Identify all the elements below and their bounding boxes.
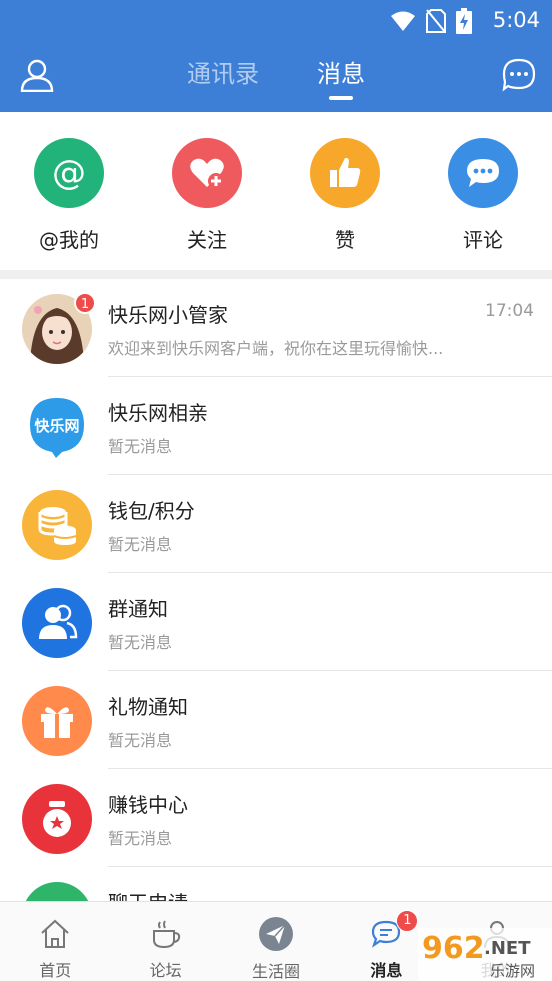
thumbs-up-icon [310,138,380,208]
at-icon: @ [34,138,104,208]
status-icons [390,8,472,34]
list-item-title: 群通知 [108,597,168,621]
list-item-title: 快乐网小管家 [108,303,228,327]
list-item-subtitle: 暂无消息 [108,829,173,848]
chat-settings-icon[interactable] [502,58,536,92]
list-item-subtitle: 暂无消息 [108,437,173,456]
nav-label: 生活圈 [251,962,300,981]
list-item-subtitle: 暂无消息 [108,731,173,750]
header-tabs: 通讯录 消息 [0,56,552,106]
group-icon [22,588,92,658]
comment-icon [448,138,518,208]
coins-icon [22,490,92,560]
nav-label: 消息 [370,961,403,980]
girl-avatar: 1 [22,292,96,364]
nav-badge: 1 [396,910,419,932]
list-item-text: 钱包/积分 暂无消息 [108,475,552,573]
list-item-text: 赚钱中心 暂无消息 [108,769,552,867]
list-item[interactable]: 礼物通知 暂无消息 [0,671,552,769]
nav-label: 论坛 [149,961,182,980]
gift-icon [22,686,92,756]
nav-forum[interactable]: 论坛 [110,902,220,981]
list-item-title: 钱包/积分 [108,499,195,523]
unread-badge: 1 [74,292,96,314]
quick-action-like[interactable]: 赞 [276,112,414,270]
watermark-logo: 962 .NET 乐游网 [418,928,552,981]
list-item[interactable]: 钱包/积分 暂无消息 [0,475,552,573]
quick-action-comment[interactable]: 评论 [414,112,552,270]
logo-text: 快乐网 [34,417,79,435]
quick-action-at-me[interactable]: @ @我的 [0,112,138,270]
coffee-icon [148,916,184,951]
list-item-time: 17:04 [485,301,534,321]
home-icon [37,916,73,951]
status-time: 5:04 [492,8,540,32]
heart-plus-icon [172,138,242,208]
battery-charging-icon [456,8,472,34]
message-list: 1 快乐网小管家 欢迎来到快乐网客户端，祝你在这里玩得愉快... 17:04 快… [0,279,552,901]
watermark-suffix: .NET [484,938,531,959]
nav-home[interactable]: 首页 [0,902,110,981]
quick-action-label: 赞 [335,228,355,252]
status-bar: 5:04 [0,0,552,40]
top-bar: 5:04 通讯录 消息 [0,0,552,112]
tab-label: 通讯录 [187,60,259,88]
chat-request-icon [22,882,92,901]
watermark-number: 962 [422,931,485,966]
tab-messages[interactable]: 消息 [313,56,369,106]
list-item-subtitle: 欢迎来到快乐网客户端，祝你在这里玩得愉快... [108,339,444,358]
list-item-text: 快乐网相亲 暂无消息 [108,377,552,475]
list-item[interactable]: 聊天申请 [0,867,552,901]
quick-action-label: 评论 [463,228,503,252]
quick-action-follow[interactable]: 关注 [138,112,276,270]
list-item[interactable]: 群通知 暂无消息 [0,573,552,671]
tab-label: 消息 [317,60,365,88]
list-item-subtitle: 暂无消息 [108,535,173,554]
tab-indicator [329,96,353,100]
list-item[interactable]: 快乐网 快乐网相亲 暂无消息 [0,377,552,475]
section-divider [0,270,552,279]
nav-life-circle[interactable]: 生活圈 [221,902,331,981]
tab-contacts[interactable]: 通讯录 [183,56,263,106]
list-item[interactable]: 1 快乐网小管家 欢迎来到快乐网客户端，祝你在这里玩得愉快... 17:04 [0,279,552,377]
list-item-text: 礼物通知 暂无消息 [108,671,552,769]
quick-action-label: 关注 [187,228,227,252]
money-bag-icon [22,784,92,854]
message-icon: 1 [368,910,419,951]
kuailewang-logo: 快乐网 [22,392,92,462]
quick-action-label: @我的 [39,228,99,252]
nav-label: 首页 [39,961,72,980]
list-item-title: 聊天申请 [108,887,188,901]
quick-actions: @ @我的 关注 赞 评论 [0,112,552,270]
wifi-icon [391,11,415,31]
list-item-text: 快乐网小管家 欢迎来到快乐网客户端，祝你在这里玩得愉快... 17:04 [108,279,552,377]
no-sim-icon [426,9,446,33]
list-item-text: 聊天申请 [108,867,552,901]
svg-text:@: @ [52,153,86,193]
list-item-title: 赚钱中心 [108,793,188,817]
list-item-title: 快乐网相亲 [108,401,208,425]
list-item-text: 群通知 暂无消息 [108,573,552,671]
watermark-sub: 乐游网 [490,962,535,980]
list-item[interactable]: 赚钱中心 暂无消息 [0,769,552,867]
list-item-subtitle: 暂无消息 [108,633,173,652]
paper-plane-icon [258,916,294,952]
list-item-title: 礼物通知 [108,695,188,719]
